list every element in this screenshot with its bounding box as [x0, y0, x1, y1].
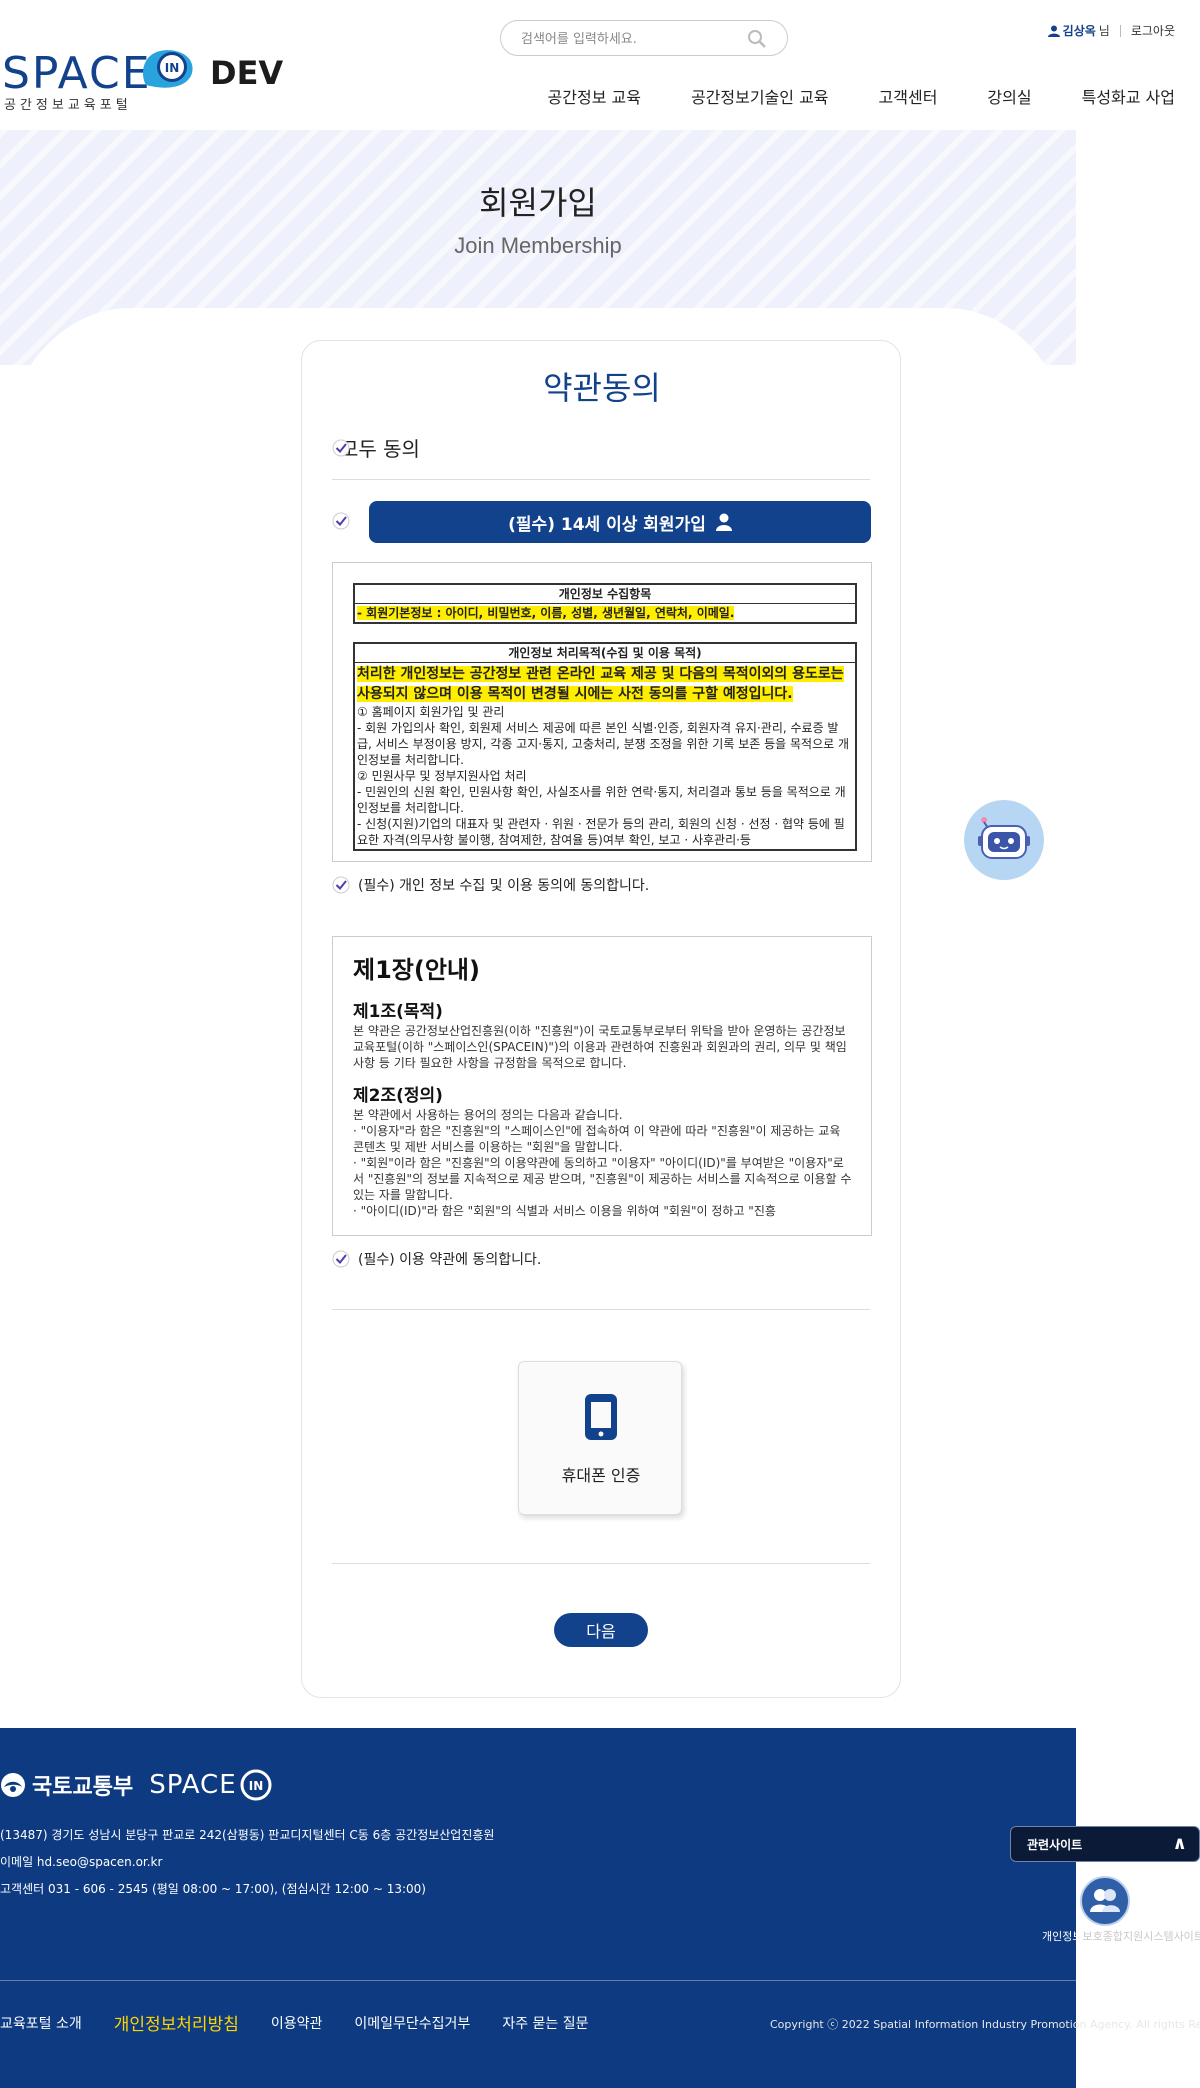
footer-link-terms[interactable]: 이용약관: [271, 2013, 323, 2033]
join-over-14-button[interactable]: (필수) 14세 이상 회원가입: [369, 501, 871, 543]
mobile-phone-icon: [585, 1394, 617, 1440]
logo-in-text: IN: [165, 61, 180, 75]
footer-logo: 국토교통부 SPACE IN: [0, 1768, 273, 1802]
related-sites-label: 관련사이트: [1027, 1837, 1083, 1852]
nav-item-spatial-education[interactable]: 공간정보 교육: [548, 84, 641, 108]
main-nav: 공간정보 교육 공간정보기술인 교육 고객센터 강의실 특성화교 사업: [498, 84, 1175, 108]
privacy-purpose-table: 개인정보 처리목적(수집 및 이용 목적) 처리한 개인정보는 공간정보 관련 …: [353, 642, 857, 851]
check-icon[interactable]: [332, 1250, 350, 1268]
phone-verification-label: 휴대폰 인증: [561, 1466, 641, 1485]
terms-section: 제1조(목적) 본 약관은 공간정보산업진흥원(이하 "진흥원")이 국토교통부…: [353, 1001, 853, 1071]
divider: [332, 1563, 870, 1564]
privacy-line: - 민원인의 신원 확인, 민원사항 확인, 사실조사를 위한 연락·통지, 처…: [357, 785, 846, 815]
footer-email: 이메일 hd.seo@spacen.or.kr: [0, 1855, 163, 1869]
footer-divider: [0, 1980, 1200, 1981]
terms-section-body: 본 약관에서 사용하는 용어의 정의는 다음과 같습니다. · "이용자"라 함…: [353, 1108, 852, 1218]
user-icon: [1047, 25, 1060, 37]
logout-link[interactable]: 로그아웃: [1131, 22, 1175, 39]
site-logo[interactable]: SPACE IN DEV 공간정보교육포털: [2, 42, 284, 113]
agreement-card: 약관동의 모두 동의 (필수) 14세 이상 회원가입 개인정보 수집항목 - …: [301, 340, 901, 1698]
site-header: SPACE IN DEV 공간정보교육포털 김상옥 님 로그아웃 공간정보 교육…: [0, 0, 1200, 130]
footer-in-text: IN: [248, 1779, 263, 1793]
terms-section-title: 제2조(정의): [353, 1086, 443, 1106]
footer-link-email-refusal[interactable]: 이메일무단수집거부: [354, 2013, 470, 2033]
logo-space-text: SPACE: [2, 48, 152, 99]
footer-link-about[interactable]: 교육포털 소개: [0, 2013, 82, 2033]
user-menu: 김상옥 님 로그아웃: [1047, 22, 1175, 39]
nav-item-technician-education[interactable]: 공간정보기술인 교육: [691, 84, 829, 108]
privacy-line: ① 홈페이지 회원가입 및 관리: [357, 705, 505, 719]
privacy-agree-row[interactable]: (필수) 개인 정보 수집 및 이용 동의에 동의합니다.: [332, 875, 649, 895]
terms-agree-row[interactable]: (필수) 이용 약관에 동의합니다.: [332, 1249, 541, 1269]
search-input[interactable]: [521, 29, 741, 49]
chatbot-icon: [978, 817, 1030, 859]
privacy-purpose-highlight: 처리한 개인정보는 공간정보 관련 온라인 교육 제공 및 다음의 목적이외의 …: [357, 666, 844, 702]
page-title: 회원가입: [479, 184, 597, 222]
nav-item-specialized-school[interactable]: 특성화교 사업: [1082, 84, 1175, 108]
page-subtitle: Join Membership: [454, 233, 622, 258]
nav-item-classroom[interactable]: 강의실: [987, 84, 1031, 108]
agree-all-row[interactable]: 모두 동의: [332, 433, 420, 462]
phone-verification-button[interactable]: 휴대폰 인증: [518, 1361, 682, 1515]
privacy-portal-label[interactable]: 개인정보보호종합지원시스템사이트: [1042, 1928, 1200, 1944]
person-icon: [715, 513, 732, 531]
terms-chapter-title: 제1장(안내): [353, 956, 480, 984]
caret-up-icon: ∧: [1172, 1833, 1187, 1854]
privacy-line: - 신청(지원)기업의 대표자 및 관련자 · 위원 · 전문가 등의 관리, …: [357, 817, 845, 847]
related-sites-toggle[interactable]: 관련사이트 ∧: [1010, 1826, 1200, 1862]
privacy-collect-items: - 회원기본정보 : 아이디, 비밀번호, 이름, 성별, 생년월일, 연락처,…: [357, 606, 735, 620]
ministry-logo-icon: [1, 1773, 25, 1797]
privacy-line: - 회원 가입의사 확인, 회원제 서비스 제공에 따른 본인 식별·인증, 회…: [357, 721, 849, 767]
terms-section: 제2조(정의) 본 약관에서 사용하는 용어의 정의는 다음과 같습니다. · …: [353, 1085, 853, 1219]
check-icon[interactable]: [332, 439, 350, 457]
divider: [1119, 24, 1121, 37]
logo-subtitle: 공간정보교육포털: [4, 98, 132, 113]
footer-logo-space: SPACE: [149, 1770, 237, 1800]
terms-section-body: 본 약관은 공간정보산업진흥원(이하 "진흥원")이 국토교통부로부터 위탁을 …: [353, 1024, 847, 1070]
privacy-portal-label-a: 개인정보: [1042, 1930, 1083, 1943]
terms-section-title: 제1조(목적): [353, 1002, 443, 1022]
privacy-collect-table: 개인정보 수집항목 - 회원기본정보 : 아이디, 비밀번호, 이름, 성별, …: [353, 583, 857, 624]
privacy-portal-label-b: 보호종합지원시스템사이트: [1082, 1930, 1200, 1943]
privacy-portal-icon[interactable]: [1080, 1876, 1130, 1926]
footer-service-center: 고객센터 031 - 606 - 2545 (평일 08:00 ~ 17:00)…: [0, 1882, 426, 1896]
privacy-purpose-header: 개인정보 처리목적(수집 및 이용 목적): [355, 644, 855, 663]
search-icon[interactable]: [747, 29, 767, 49]
check-icon[interactable]: [332, 512, 350, 530]
privacy-collect-header: 개인정보 수집항목: [355, 585, 855, 604]
privacy-policy-box[interactable]: 개인정보 수집항목 - 회원기본정보 : 아이디, 비밀번호, 이름, 성별, …: [332, 562, 872, 862]
search-box: [500, 20, 788, 56]
logo-dev-text: DEV: [210, 54, 284, 92]
user-suffix: 님: [1098, 24, 1110, 38]
nav-item-customer-center[interactable]: 고객센터: [879, 84, 938, 108]
divider: [332, 479, 870, 480]
join-over-14-label: (필수) 14세 이상 회원가입: [508, 514, 706, 535]
footer-ministry-name: 국토교통부: [32, 1775, 134, 1800]
footer-links: 교육포털 소개 개인정보처리방침 이용약관 이메일무단수집거부 자주 묻는 질문: [0, 2010, 621, 2035]
terms-agree-label: (필수) 이용 약관에 동의합니다.: [358, 1252, 542, 1268]
agreement-title: 약관동의: [543, 369, 661, 407]
privacy-line: ② 민원사무 및 정부지원사업 처리: [357, 769, 527, 783]
footer-in-badge-icon: IN: [240, 1769, 272, 1801]
user-name: 김상옥: [1062, 24, 1096, 38]
divider: [332, 1309, 870, 1310]
privacy-agree-label: (필수) 개인 정보 수집 및 이용 동의에 동의합니다.: [358, 878, 650, 894]
footer-link-privacy[interactable]: 개인정보처리방침: [114, 2010, 239, 2035]
footer-link-faq[interactable]: 자주 묻는 질문: [502, 2013, 588, 2033]
chatbot-button[interactable]: [964, 800, 1044, 880]
footer-address: (13487) 경기도 성남시 분당구 판교로 242(삼평동) 판교디지털센터…: [0, 1828, 495, 1842]
agree-all-label: 모두 동의: [340, 437, 420, 461]
next-button[interactable]: 다음: [554, 1613, 648, 1647]
check-icon[interactable]: [332, 876, 350, 894]
footer-copyright: Copyright ⓒ 2022 Spatial Information Ind…: [770, 2018, 1200, 2031]
terms-box[interactable]: 제1장(안내) 제1조(목적) 본 약관은 공간정보산업진흥원(이하 "진흥원"…: [332, 936, 872, 1236]
logo-in-badge-icon: IN: [142, 50, 193, 88]
